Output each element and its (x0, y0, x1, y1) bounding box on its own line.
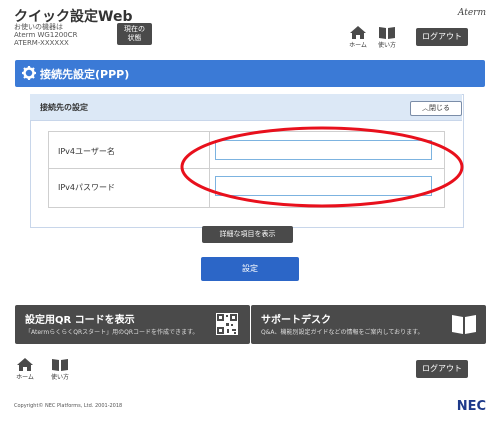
ipv4-password-label: IPv4パスワード (58, 183, 116, 192)
book-icon (452, 315, 476, 334)
page-title: 接続先設定(PPP) (40, 68, 130, 81)
support-desk-card[interactable]: サポートデスク Q&A、機能別設定ガイドなどの情報をご案内しております。 (251, 305, 486, 344)
help-nav-button[interactable]: 使い方 (374, 26, 400, 49)
collapse-section-button[interactable]: ︿閉じる (410, 101, 462, 116)
show-details-button[interactable]: 詳細な項目を表示 (202, 226, 293, 243)
home-icon (17, 358, 33, 371)
qr-card-title: 設定用QR コードを表示 (25, 315, 135, 326)
nec-logo: NEC (456, 399, 486, 414)
current-status-button[interactable]: 現在の 状態 (117, 23, 152, 45)
support-card-title: サポートデスク (261, 315, 331, 326)
support-card-desc: Q&A、機能別設定ガイドなどの情報をご案内しております。 (261, 329, 424, 336)
qr-code-card[interactable]: 設定用QR コードを表示 「AtermらくらくQRスタート」用のQRコードを作成… (15, 305, 250, 344)
ipv4-username-label: IPv4ユーザー名 (58, 147, 115, 156)
home-nav-button[interactable]: ホーム (345, 26, 371, 49)
section-title: 接続先の設定 (40, 103, 88, 112)
home-icon (350, 26, 366, 39)
logout-button[interactable]: ログアウト (416, 28, 468, 46)
aterm-logo: Aterm (457, 8, 486, 18)
annotation-ellipse (180, 126, 464, 208)
book-icon (379, 27, 395, 39)
gear-icon (22, 66, 36, 80)
qr-card-desc: 「AtermらくらくQRスタート」用のQRコードを作成できます。 (25, 329, 199, 336)
panel-header (30, 94, 462, 121)
chevron-up-icon: ︿ (422, 104, 429, 112)
help-nav-button[interactable]: 使い方 (47, 358, 73, 381)
home-nav-button[interactable]: ホーム (12, 358, 38, 381)
book-icon (52, 359, 68, 371)
qr-code-icon (216, 313, 238, 335)
device-id: ATERM-XXXXXX (14, 39, 69, 47)
copyright-text: Copyright© NEC Platforms, Ltd. 2001-2018 (14, 403, 123, 409)
submit-button[interactable]: 設定 (201, 257, 299, 281)
logout-button[interactable]: ログアウト (416, 360, 468, 378)
